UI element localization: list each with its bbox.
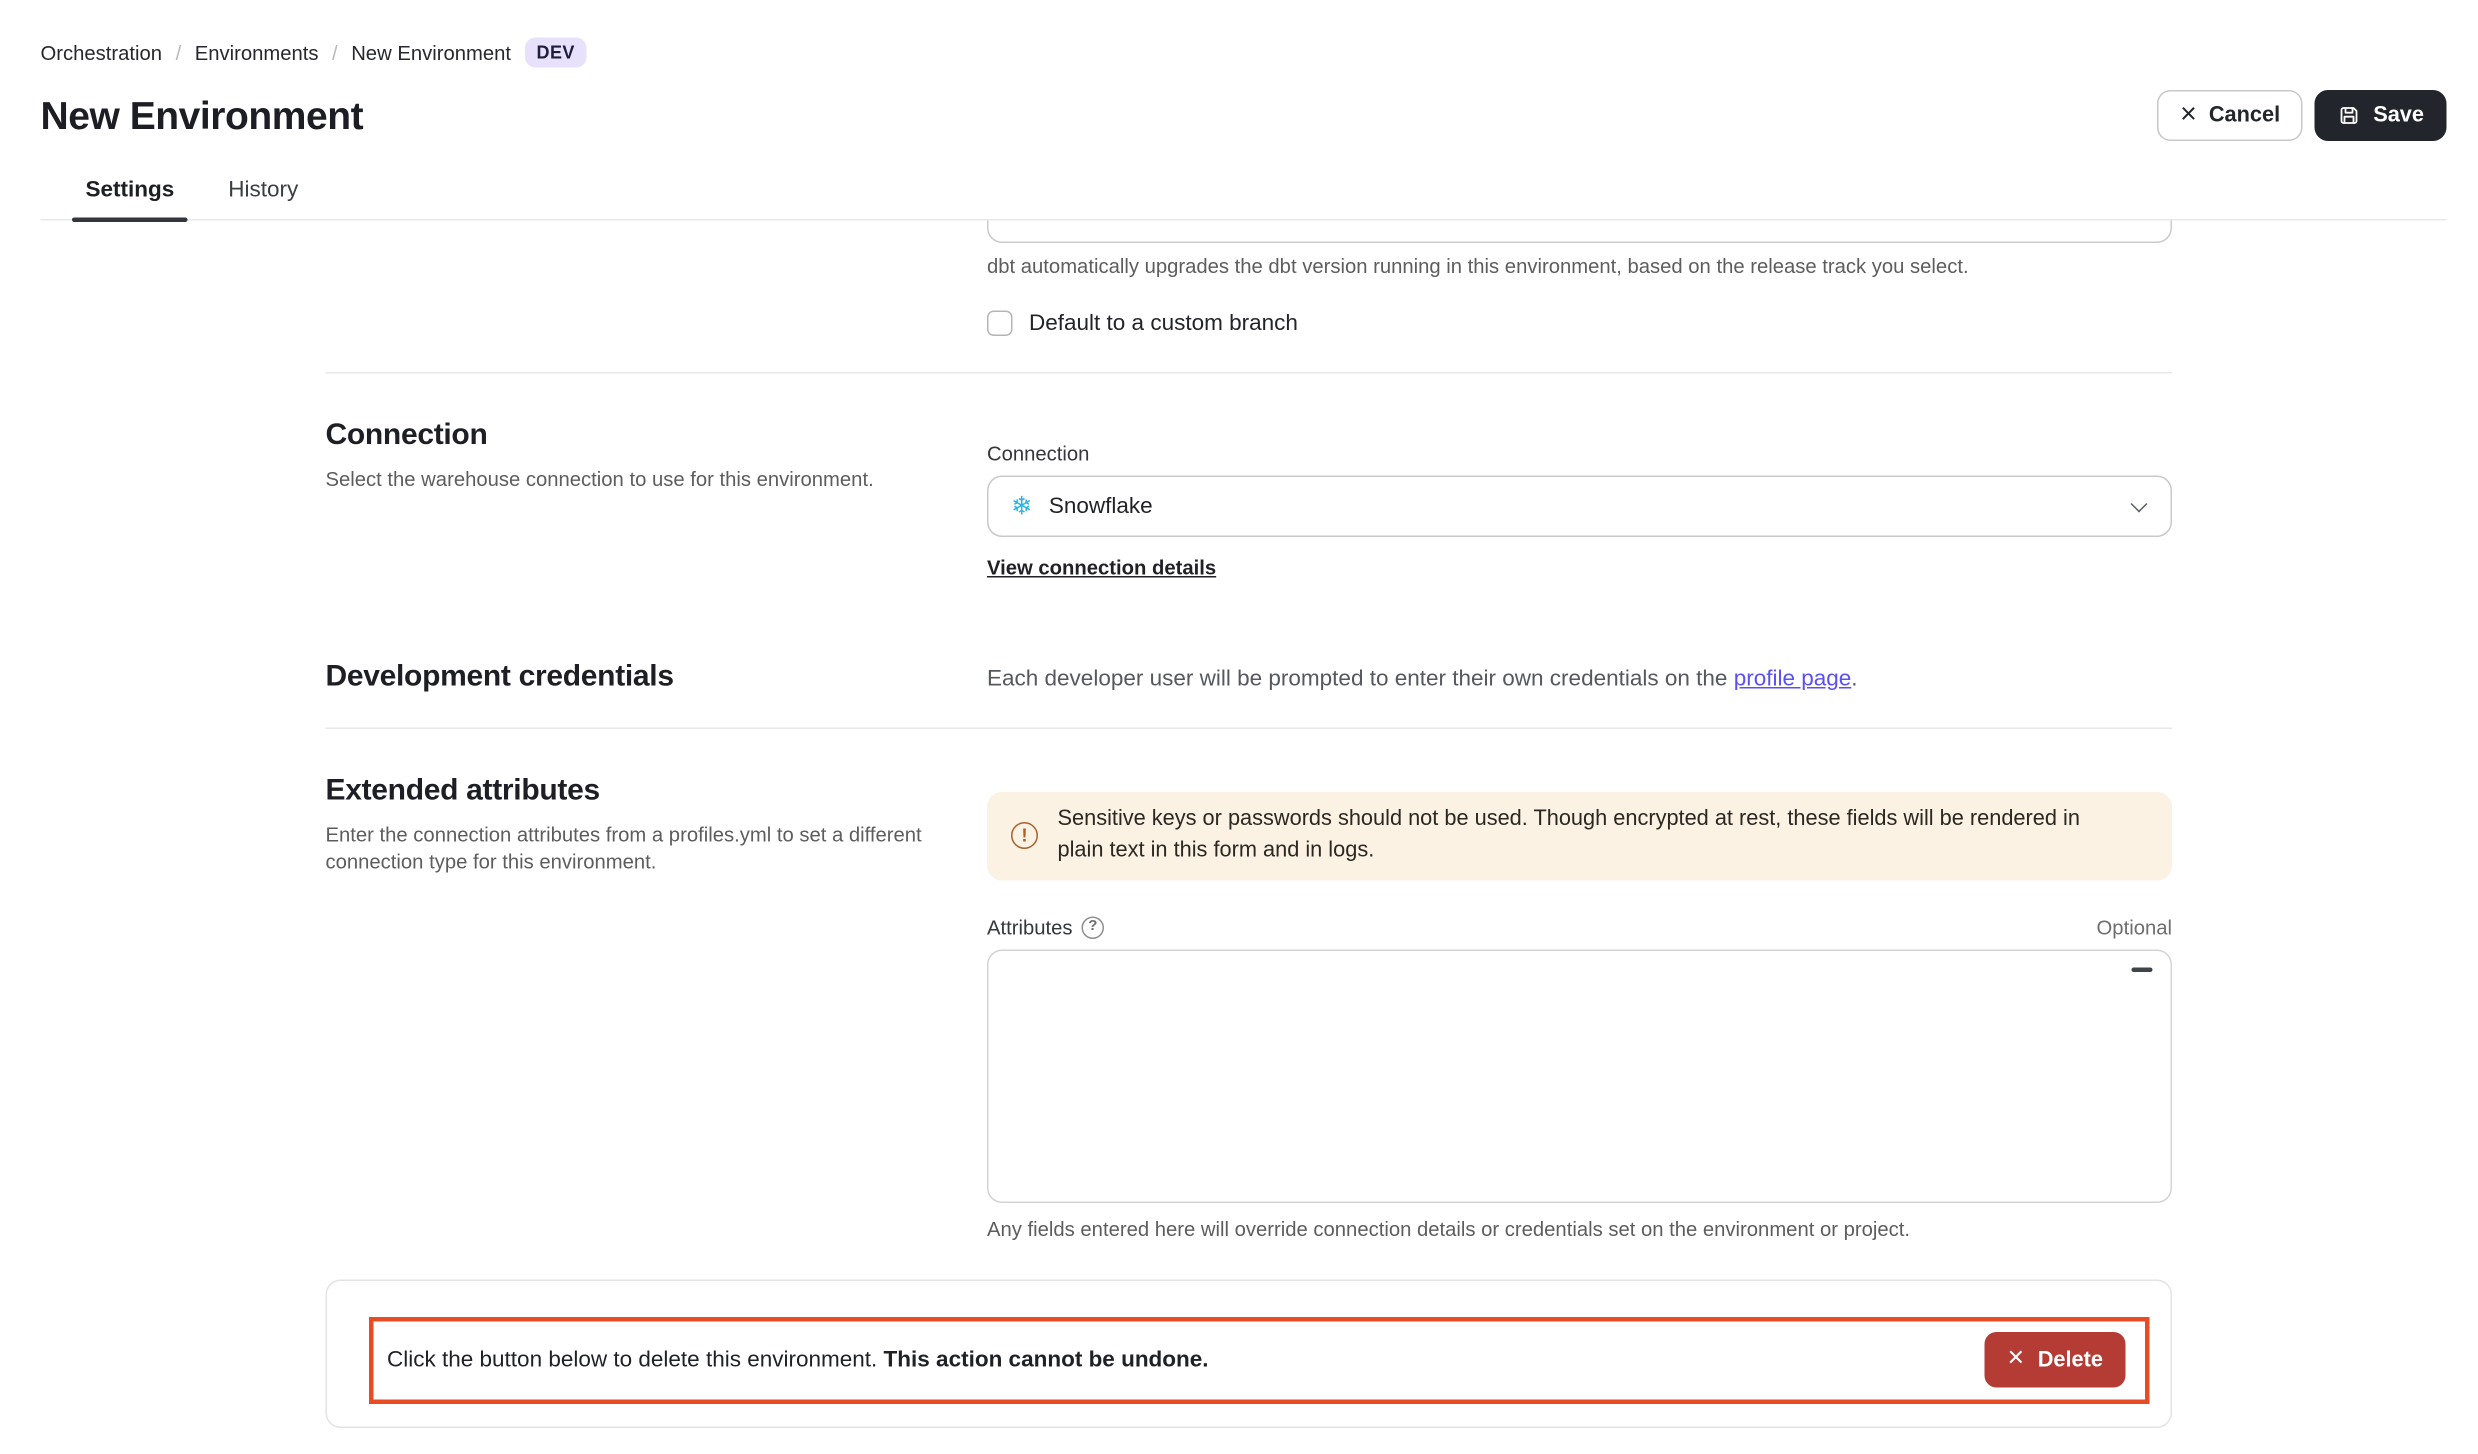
close-icon: ×	[2180, 100, 2197, 129]
chevron-down-icon	[2131, 496, 2148, 513]
delete-message: Click the button below to delete this en…	[387, 1348, 1209, 1374]
tab-history[interactable]: History	[215, 168, 312, 219]
cancel-button-label: Cancel	[2209, 104, 2280, 128]
cancel-button[interactable]: × Cancel	[2158, 90, 2303, 141]
header-actions: × Cancel Save	[2158, 90, 2447, 141]
save-button-label: Save	[2373, 104, 2424, 128]
breadcrumb-current-page: New Environment	[351, 41, 511, 64]
connection-section: Connection Select the warehouse connecti…	[326, 419, 2173, 583]
view-connection-details-link[interactable]: View connection details	[987, 557, 1216, 580]
release-track-input-partial[interactable]	[987, 221, 2172, 244]
connection-heading: Connection	[326, 419, 926, 454]
snowflake-icon: ❄	[1011, 494, 1032, 520]
profile-page-link[interactable]: profile page	[1734, 666, 1852, 692]
connection-field-label: Connection	[987, 443, 1089, 466]
custom-branch-checkbox[interactable]	[987, 311, 1013, 337]
release-track-helper: dbt automatically upgrades the dbt versi…	[987, 255, 2172, 278]
warning-text: Sensitive keys or passwords should not b…	[1058, 804, 2123, 868]
help-icon[interactable]: ?	[1082, 916, 1105, 939]
tab-settings[interactable]: Settings	[72, 168, 188, 219]
breadcrumb: Orchestration / Environments / New Envir…	[41, 38, 2447, 68]
collapse-fold-icon[interactable]	[2132, 967, 2153, 972]
development-credentials-text: Each developer user will be prompted to …	[987, 666, 2172, 692]
title-row: New Environment × Cancel Save	[41, 90, 2447, 141]
page-header: Orchestration / Environments / New Envir…	[0, 0, 2478, 221]
warning-icon: !	[1011, 823, 1038, 850]
save-icon	[2337, 104, 2361, 128]
tab-bar: Settings History	[41, 168, 2447, 221]
sensitive-keys-warning-banner: ! Sensitive keys or passwords should not…	[987, 792, 2172, 880]
optional-label: Optional	[2097, 916, 2172, 939]
connection-description: Select the warehouse connection to use f…	[326, 467, 926, 494]
attributes-textarea[interactable]	[987, 949, 2172, 1203]
delete-button-label: Delete	[2038, 1348, 2103, 1372]
development-credentials-heading: Development credentials	[326, 660, 926, 695]
extended-attributes-description: Enter the connection attributes from a p…	[326, 822, 926, 877]
new-environment-page: Orchestration / Environments / New Envir…	[0, 0, 2478, 1454]
extended-attributes-heading: Extended attributes	[326, 774, 926, 809]
breadcrumb-orchestration[interactable]: Orchestration	[41, 41, 163, 64]
settings-form: dbt automatically upgrades the dbt versi…	[0, 221, 2478, 1454]
delete-button[interactable]: × Delete	[1985, 1333, 2125, 1389]
section-divider	[326, 728, 2173, 730]
environment-type-badge: DEV	[525, 38, 587, 68]
breadcrumb-separator: /	[176, 41, 182, 64]
close-icon: ×	[2008, 1345, 2025, 1374]
connection-select[interactable]: ❄ Snowflake	[987, 476, 2172, 538]
extended-attributes-section: Extended attributes Enter the connection…	[326, 774, 2173, 1240]
breadcrumb-environments[interactable]: Environments	[195, 41, 319, 64]
custom-branch-label: Default to a custom branch	[1029, 311, 1298, 337]
delete-environment-card: Click the button below to delete this en…	[326, 1279, 2173, 1428]
save-button[interactable]: Save	[2315, 90, 2447, 141]
attributes-helper: Any fields entered here will override co…	[987, 1218, 2172, 1241]
breadcrumb-separator: /	[332, 41, 338, 64]
annotation-highlight-box: Click the button below to delete this en…	[369, 1317, 2150, 1404]
section-divider	[326, 372, 2173, 374]
attributes-field-label: Attributes	[987, 916, 1073, 939]
custom-branch-checkbox-row[interactable]: Default to a custom branch	[987, 311, 2172, 337]
development-credentials-section: Development credentials Each developer u…	[326, 660, 2173, 695]
page-title: New Environment	[41, 92, 364, 139]
connection-select-value: Snowflake	[1049, 494, 1153, 520]
